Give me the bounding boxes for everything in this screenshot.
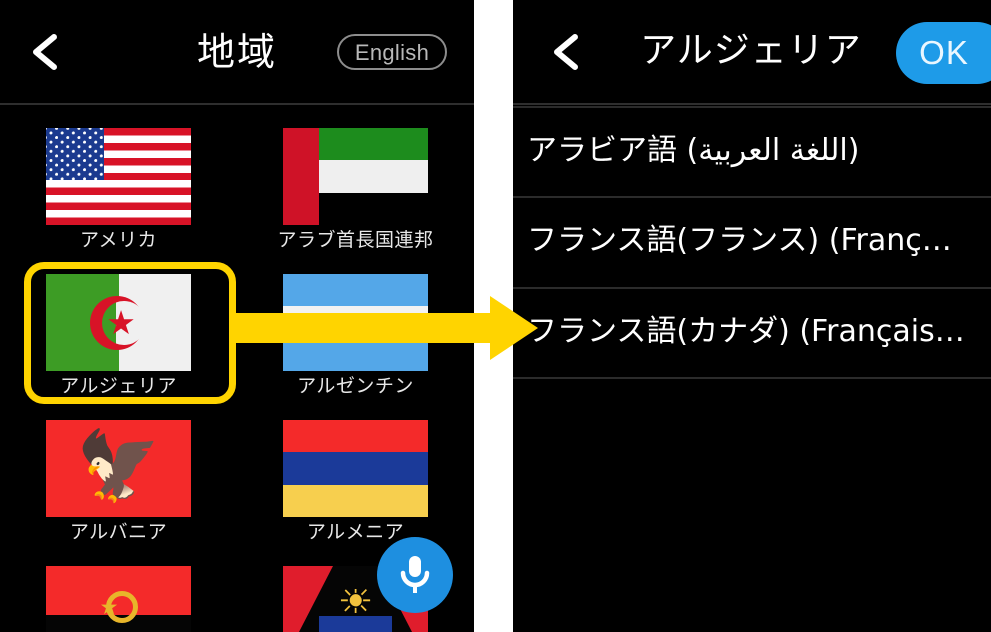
language-label: アラビア語 (اللغة العربية): [527, 133, 860, 168]
language-list-item[interactable]: アラビア語 (اللغة العربية): [513, 106, 991, 195]
ok-button[interactable]: OK: [896, 22, 991, 84]
flag-us-icon: [46, 128, 191, 225]
language-list: アラビア語 (اللغة العربية) フランス語(フランス) (Franç…: [513, 106, 991, 632]
flag-al-icon: 🦅: [46, 420, 191, 517]
region-label: アルバニア: [69, 521, 168, 543]
region-picker-panel: 地域 English アメリカ アラブ首長国連邦 ★ アルジェリア アルゼンチン…: [0, 0, 474, 632]
flag-am-icon: [283, 420, 428, 517]
region-label: アルゼンチン: [297, 375, 414, 397]
flag-ae-icon: [283, 128, 428, 225]
flag-ao-icon: ★: [46, 566, 191, 632]
language-picker-panel: アルジェリア OK アラビア語 (اللغة العربية) フランス語(フラ…: [513, 0, 991, 632]
screenshot-root: 地域 English アメリカ アラブ首長国連邦 ★ アルジェリア アルゼンチン…: [0, 0, 991, 632]
region-label: アメリカ: [79, 229, 158, 251]
ok-button-label: OK: [919, 34, 969, 71]
region-cell-ar[interactable]: アルゼンチン: [237, 264, 474, 409]
panel-gutter: [474, 0, 513, 632]
language-list-item[interactable]: フランス語(フランス) (Franç…: [513, 196, 991, 285]
region-cell-ao[interactable]: ★: [0, 556, 237, 632]
language-label: フランス語(カナダ) (Français…: [527, 314, 965, 349]
region-cell-ae[interactable]: アラブ首長国連邦: [237, 118, 474, 263]
page-title: アルジェリア: [640, 30, 862, 71]
language-label: フランス語(フランス) (Franç…: [527, 223, 952, 258]
region-label: アラブ首長国連邦: [277, 229, 434, 251]
language-picker-header: アルジェリア OK: [513, 0, 991, 105]
region-label: アルジェリア: [60, 375, 177, 397]
region-cell-us[interactable]: アメリカ: [0, 118, 237, 263]
language-toggle-button[interactable]: English: [337, 34, 447, 70]
back-chevron-icon[interactable]: [547, 31, 589, 73]
list-separator: [513, 377, 991, 379]
header-divider: [0, 103, 474, 105]
region-cell-am[interactable]: アルメニア: [237, 410, 474, 555]
language-list-item[interactable]: フランス語(カナダ) (Français…: [513, 287, 991, 376]
region-cell-dz[interactable]: ★ アルジェリア: [0, 264, 237, 409]
region-label: アルメニア: [306, 521, 405, 543]
region-cell-al[interactable]: 🦅 アルバニア: [0, 410, 237, 555]
flag-dz-icon: ★: [46, 274, 191, 371]
flag-ar-icon: [283, 274, 428, 371]
microphone-icon: [400, 556, 430, 593]
microphone-button[interactable]: [377, 537, 453, 613]
region-picker-header: 地域 English: [0, 0, 474, 105]
header-divider: [513, 103, 991, 105]
